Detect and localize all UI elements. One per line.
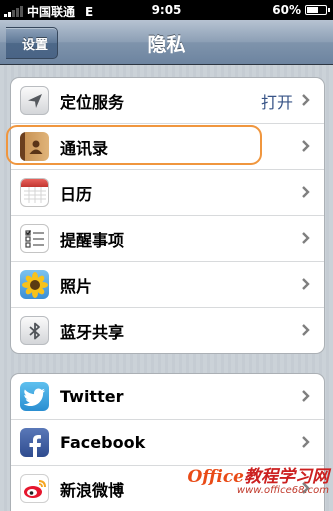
list-item-twitter[interactable]: Twitter xyxy=(11,374,324,419)
list-item-label: 定位服务 xyxy=(60,92,125,112)
watermark-brand: Office教程学习网 xyxy=(187,467,330,487)
contacts-highlight-outline xyxy=(6,125,262,165)
back-button-label: 设置 xyxy=(22,37,49,53)
chevron-right-icon xyxy=(302,436,310,448)
status-bar: 中国联通 E 9:05 60% xyxy=(0,0,333,20)
page-title: 隐私 xyxy=(147,34,186,56)
chevron-right-icon xyxy=(302,140,310,152)
watermark: Office教程学习网 www.office68.com xyxy=(188,462,330,496)
calendar-icon xyxy=(20,178,49,207)
privacy-settings-group: 定位服务 打开 通讯录 日历 提醒事项 照片 蓝牙共享 xyxy=(10,77,325,354)
location-services-status: 打开 xyxy=(260,92,293,112)
list-item-reminders[interactable]: 提醒事项 xyxy=(11,215,324,261)
sina-weibo-icon xyxy=(20,474,49,503)
location-arrow-icon xyxy=(20,86,49,115)
list-item-calendar[interactable]: 日历 xyxy=(11,169,324,215)
list-item-bluetooth-sharing[interactable]: 蓝牙共享 xyxy=(11,307,324,353)
battery-icon xyxy=(305,5,330,15)
facebook-icon xyxy=(20,428,49,457)
chevron-right-icon xyxy=(302,186,310,198)
list-item-label: Facebook xyxy=(60,433,146,452)
list-item-label: 照片 xyxy=(60,276,93,296)
chevron-right-icon xyxy=(302,94,310,106)
reminders-icon xyxy=(20,224,49,253)
chevron-right-icon xyxy=(302,324,310,336)
chevron-right-icon xyxy=(302,232,310,244)
list-item-label: 新浪微博 xyxy=(60,480,125,500)
photos-sunflower-icon xyxy=(20,270,49,299)
list-item-label: 提醒事项 xyxy=(60,230,125,250)
chevron-right-icon xyxy=(302,390,310,402)
list-item-label: 日历 xyxy=(60,184,93,204)
bluetooth-icon xyxy=(20,316,49,345)
chevron-right-icon xyxy=(302,278,310,290)
list-item-label: 蓝牙共享 xyxy=(60,322,125,342)
list-item-location-services[interactable]: 定位服务 打开 xyxy=(11,78,324,123)
twitter-bird-icon xyxy=(20,382,49,411)
list-item-photos[interactable]: 照片 xyxy=(11,261,324,307)
list-item-facebook[interactable]: Facebook xyxy=(11,419,324,465)
list-item-label: Twitter xyxy=(60,387,124,406)
battery-percent: 60% xyxy=(272,3,301,17)
navigation-bar: 设置 隐私 xyxy=(0,20,333,65)
